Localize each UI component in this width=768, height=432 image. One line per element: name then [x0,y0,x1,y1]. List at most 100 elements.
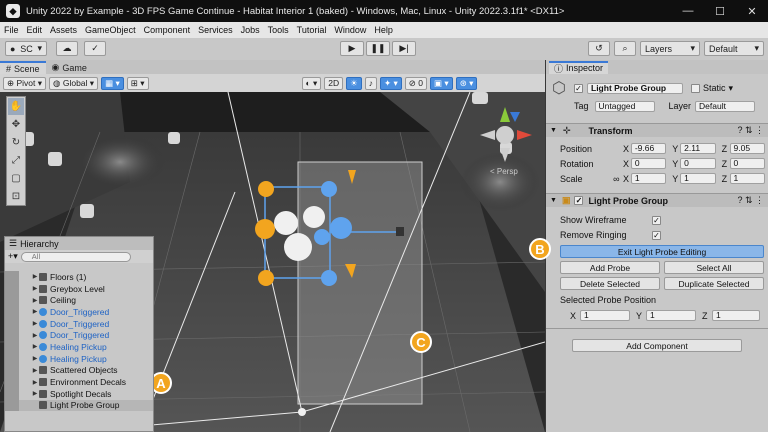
active-checkbox[interactable]: ✓ [574,83,583,93]
shading-mode-dropdown[interactable]: ◐ ▾ [301,76,322,90]
expand-arrow-icon[interactable]: ▶ [31,273,39,280]
add-probe-button[interactable]: Add Probe [560,261,660,274]
add-icon[interactable]: +▾ [8,251,18,262]
camera-settings-button[interactable]: ▣ ▾ [430,76,453,90]
rect-tool-icon[interactable]: ▢ [8,170,24,187]
list-item[interactable]: ▶ Ceiling [5,294,153,307]
scale-x-field[interactable]: 1 [630,173,667,184]
expand-arrow-icon[interactable]: ▶ [31,367,39,374]
expand-arrow-icon[interactable]: ▶ [31,332,39,339]
grid-toggle[interactable]: ▦ ▾ [101,76,124,90]
visibility-toggle[interactable] [5,329,19,342]
close-button[interactable]: ✕ [736,5,768,18]
static-checkbox[interactable] [691,83,700,93]
scale-z-field[interactable]: 1 [729,173,766,184]
layer-dropdown[interactable]: Default [695,100,756,112]
global-toggle[interactable]: ◍ Global ▾ [49,76,99,90]
menu-tools[interactable]: Tools [268,25,289,35]
visibility-toggle[interactable] [5,352,19,365]
component-enabled-checkbox[interactable]: ✓ [574,196,584,205]
rotation-z-field[interactable]: 0 [729,158,766,169]
scale-tool-icon[interactable]: ⤢ [8,152,24,169]
position-y-field[interactable]: 2.11 [680,143,716,154]
select-all-button[interactable]: Select All [664,261,764,274]
list-item[interactable]: ▶ Scattered Objects [5,364,153,377]
collab-button[interactable]: ✓ [84,41,106,56]
audio-toggle[interactable]: ♪ [364,76,378,90]
visibility-toggle[interactable] [5,271,19,283]
cloud-button[interactable]: ☁ [56,41,78,56]
selected-x-field[interactable]: 1 [580,310,630,321]
list-item[interactable]: ▶ Floors (1) [5,271,153,283]
lighting-toggle[interactable]: ☀ [346,76,362,90]
expand-arrow-icon[interactable]: ▶ [31,320,39,327]
chevron-down-icon[interactable]: ▾ [729,83,734,94]
visibility-toggle[interactable] [5,306,19,318]
duplicate-selected-button[interactable]: Duplicate Selected [664,277,764,290]
menu-assets[interactable]: Assets [50,25,77,35]
visibility-toggle[interactable] [5,282,19,295]
tab-game[interactable]: ◉ Game [46,61,93,74]
layers-dropdown[interactable]: Layers ▾ [640,41,700,56]
gizmos-toggle[interactable]: ⊛ ▾ [455,76,478,90]
list-item[interactable]: ▶ Door_Triggered [5,329,153,342]
tab-scene[interactable]: # Scene [0,61,46,74]
move-tool-icon[interactable]: ✥ [8,116,24,133]
snap-toggle[interactable]: ⊞ ▾ [126,76,149,90]
list-item[interactable]: ▶ Door_Triggered [5,317,153,330]
show-wireframe-checkbox[interactable]: ✓ [652,215,661,225]
list-item[interactable]: ▶ Door_Triggered [5,306,153,318]
expand-arrow-icon[interactable]: ▶ [31,285,39,292]
transform-tool-icon[interactable]: ⊡ [8,188,24,205]
list-item[interactable]: ▶ Healing Pickup [5,352,153,365]
search-button[interactable]: ⌕ [614,41,636,56]
undo-history-button[interactable]: ↺ [588,41,610,56]
rotation-y-field[interactable]: 0 [680,158,716,169]
menu-component[interactable]: Component [144,25,191,35]
menu-edit[interactable]: Edit [27,25,43,35]
visibility-toggle[interactable] [5,341,19,353]
position-x-field[interactable]: -9.66 [630,143,667,154]
menu-services[interactable]: Services [198,25,233,35]
maximize-button[interactable]: ☐ [704,5,736,18]
visibility-toggle[interactable] [5,294,19,307]
expand-arrow-icon[interactable]: ▶ [31,379,39,386]
pivot-toggle[interactable]: ⊕ Pivot ▾ [3,76,47,90]
component-menu-icon[interactable]: ? ⇅ ⋮ [737,125,764,136]
play-button[interactable]: ▶ [340,41,364,56]
collapse-arrow-icon[interactable]: ▼ [550,197,557,204]
tag-dropdown[interactable]: Untagged [594,100,655,112]
hierarchy-search-input[interactable]: All [20,251,131,262]
transform-header[interactable]: ▼ ⊹ Transform ? ⇅ ⋮ [546,123,768,137]
expand-arrow-icon[interactable]: ▶ [31,355,39,362]
2d-toggle[interactable]: 2D [324,76,344,90]
list-item[interactable]: Light Probe Group [5,399,153,412]
minimize-button[interactable]: — [672,5,704,17]
menu-window[interactable]: Window [334,25,366,35]
visibility-toggle[interactable] [5,387,19,400]
hand-tool-icon[interactable]: ✋ [8,98,24,115]
menu-gameobject[interactable]: GameObject [85,25,136,35]
list-item[interactable]: ▶ Greybox Level [5,282,153,295]
layout-dropdown[interactable]: Default ▾ [704,41,764,56]
pause-button[interactable]: ❚❚ [366,41,390,56]
menu-jobs[interactable]: Jobs [241,25,260,35]
exit-light-probe-editing-button[interactable]: Exit Light Probe Editing [560,245,764,258]
expand-arrow-icon[interactable]: ▶ [31,297,39,304]
expand-arrow-icon[interactable]: ▶ [31,390,39,397]
rotation-x-field[interactable]: 0 [630,158,667,169]
menu-tutorial[interactable]: Tutorial [297,25,327,35]
light-probe-group-header[interactable]: ▼ ▣ ✓ Light Probe Group ? ⇅ ⋮ [546,193,768,207]
menu-file[interactable]: File [4,25,19,35]
step-button[interactable]: ▶| [392,41,416,56]
persp-label[interactable]: < Persp [490,167,518,176]
visibility-toggle[interactable] [5,376,19,388]
visibility-toggle[interactable] [5,364,19,377]
object-name-field[interactable]: Light Probe Group [587,82,683,94]
list-item[interactable]: ▶ Spotlight Decals [5,387,153,400]
scale-y-field[interactable]: 1 [680,173,716,184]
position-z-field[interactable]: 9.05 [729,143,766,154]
tab-inspector[interactable]: ⓘ Inspector [549,60,609,74]
list-item[interactable]: ▶ Environment Decals [5,376,153,388]
link-icon[interactable]: ∞ [613,174,623,184]
